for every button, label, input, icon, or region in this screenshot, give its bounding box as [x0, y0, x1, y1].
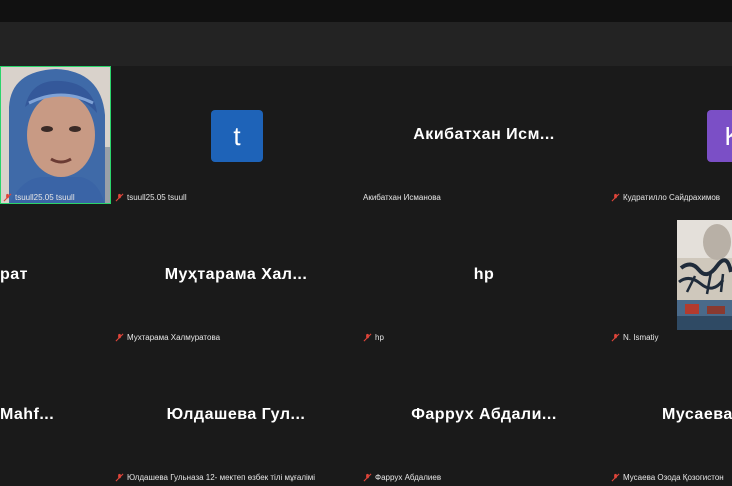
participant-tile-active-speaker[interactable]: tsuull25.05 tsuull — [0, 66, 115, 206]
mic-muted-icon — [363, 333, 372, 342]
participant-tile[interactable]: Юлдашева Гул... Юлдашева Гульназа 12- ме… — [112, 346, 360, 486]
participant-avatar: K — [707, 110, 732, 162]
participant-name-label: Юлдашева Гульназа 12- мектеп өзбек тілі … — [127, 473, 316, 482]
participant-profile-image — [677, 220, 732, 330]
participant-caption: tsuull25.05 tsuull — [3, 193, 75, 202]
participant-display-name: Акибатхан Исм... — [413, 126, 555, 143]
participant-grid: tsuull25.05 tsuull t tsuull25.05 tsuull … — [0, 66, 732, 486]
participant-tile[interactable]: Mahf... — [0, 346, 112, 486]
participant-display-name: Муҳтарама Хал... — [164, 266, 308, 283]
participant-avatar: t — [211, 110, 263, 162]
participant-name-label: tsuull25.05 tsuull — [15, 193, 75, 202]
participant-name-label: tsuull25.05 tsuull — [127, 193, 187, 202]
mic-muted-icon — [3, 193, 12, 202]
mic-muted-icon — [115, 193, 124, 202]
participant-caption: Мухтарама Халмуратова — [115, 333, 220, 342]
mic-muted-icon — [363, 473, 372, 482]
participant-name-label: Фаррух Абдалиев — [375, 473, 442, 482]
participant-caption: Мусаева Озода Қозогистон — [611, 473, 724, 482]
participant-tile[interactable]: рат — [0, 206, 112, 346]
participant-name-label: Мусаева Озода Қозогистон — [623, 473, 724, 482]
participant-caption: hp — [363, 333, 384, 342]
mic-muted-icon — [115, 473, 124, 482]
participant-caption: tsuull25.05 tsuull — [115, 193, 187, 202]
participant-display-name: hp — [473, 266, 495, 283]
participant-display-name: Мусаева — [662, 406, 732, 423]
mic-muted-icon — [611, 333, 620, 342]
participant-tile[interactable]: t tsuull25.05 tsuull — [112, 66, 360, 206]
speaker-video-image — [1, 67, 110, 203]
participant-tile[interactable]: Мусаева Мусаева Озода Қозогистон — [608, 346, 732, 486]
participant-tile[interactable]: Фаррух Абдали... Фаррух Абдалиев — [360, 346, 608, 486]
participant-tile[interactable]: K Кудратилло Сайдрахимов — [608, 66, 732, 206]
calligraphy-image — [677, 220, 732, 330]
participant-tile[interactable]: Акибатхан Исм... Акибатхан Исманова — [360, 66, 608, 206]
participant-video — [0, 66, 111, 204]
participant-name-label: Акибатхан Исманова — [363, 193, 441, 202]
participant-display-name: Юлдашева Гул... — [166, 406, 306, 423]
top-bar — [0, 0, 732, 22]
participant-caption: Фаррух Абдалиев — [363, 473, 441, 482]
participant-name-label: hp — [375, 333, 384, 342]
participant-display-name: Mahf... — [0, 406, 55, 423]
participant-caption: Кудратилло Сайдрахимов — [611, 193, 720, 202]
meeting-header — [0, 22, 732, 66]
participant-name-label: Кудратилло Сайдрахимов — [623, 193, 721, 202]
participant-caption: Юлдашева Гульназа 12- мектеп өзбек тілі … — [115, 473, 315, 482]
participant-tile[interactable]: Муҳтарама Хал... Мухтарама Халмуратова — [112, 206, 360, 346]
mic-muted-icon — [115, 333, 124, 342]
participant-display-name: Фаррух Абдали... — [411, 406, 557, 423]
participant-caption: N. Ismatiy — [611, 333, 659, 342]
participant-name-label: N. Ismatiy — [623, 333, 659, 342]
mic-muted-icon — [611, 193, 620, 202]
participant-name-label: Мухтарама Халмуратова — [127, 333, 221, 342]
participant-display-name: рат — [0, 266, 29, 283]
participant-caption: Акибатхан Исманова — [363, 193, 441, 202]
participant-tile[interactable]: hp hp — [360, 206, 608, 346]
mic-muted-icon — [611, 473, 620, 482]
